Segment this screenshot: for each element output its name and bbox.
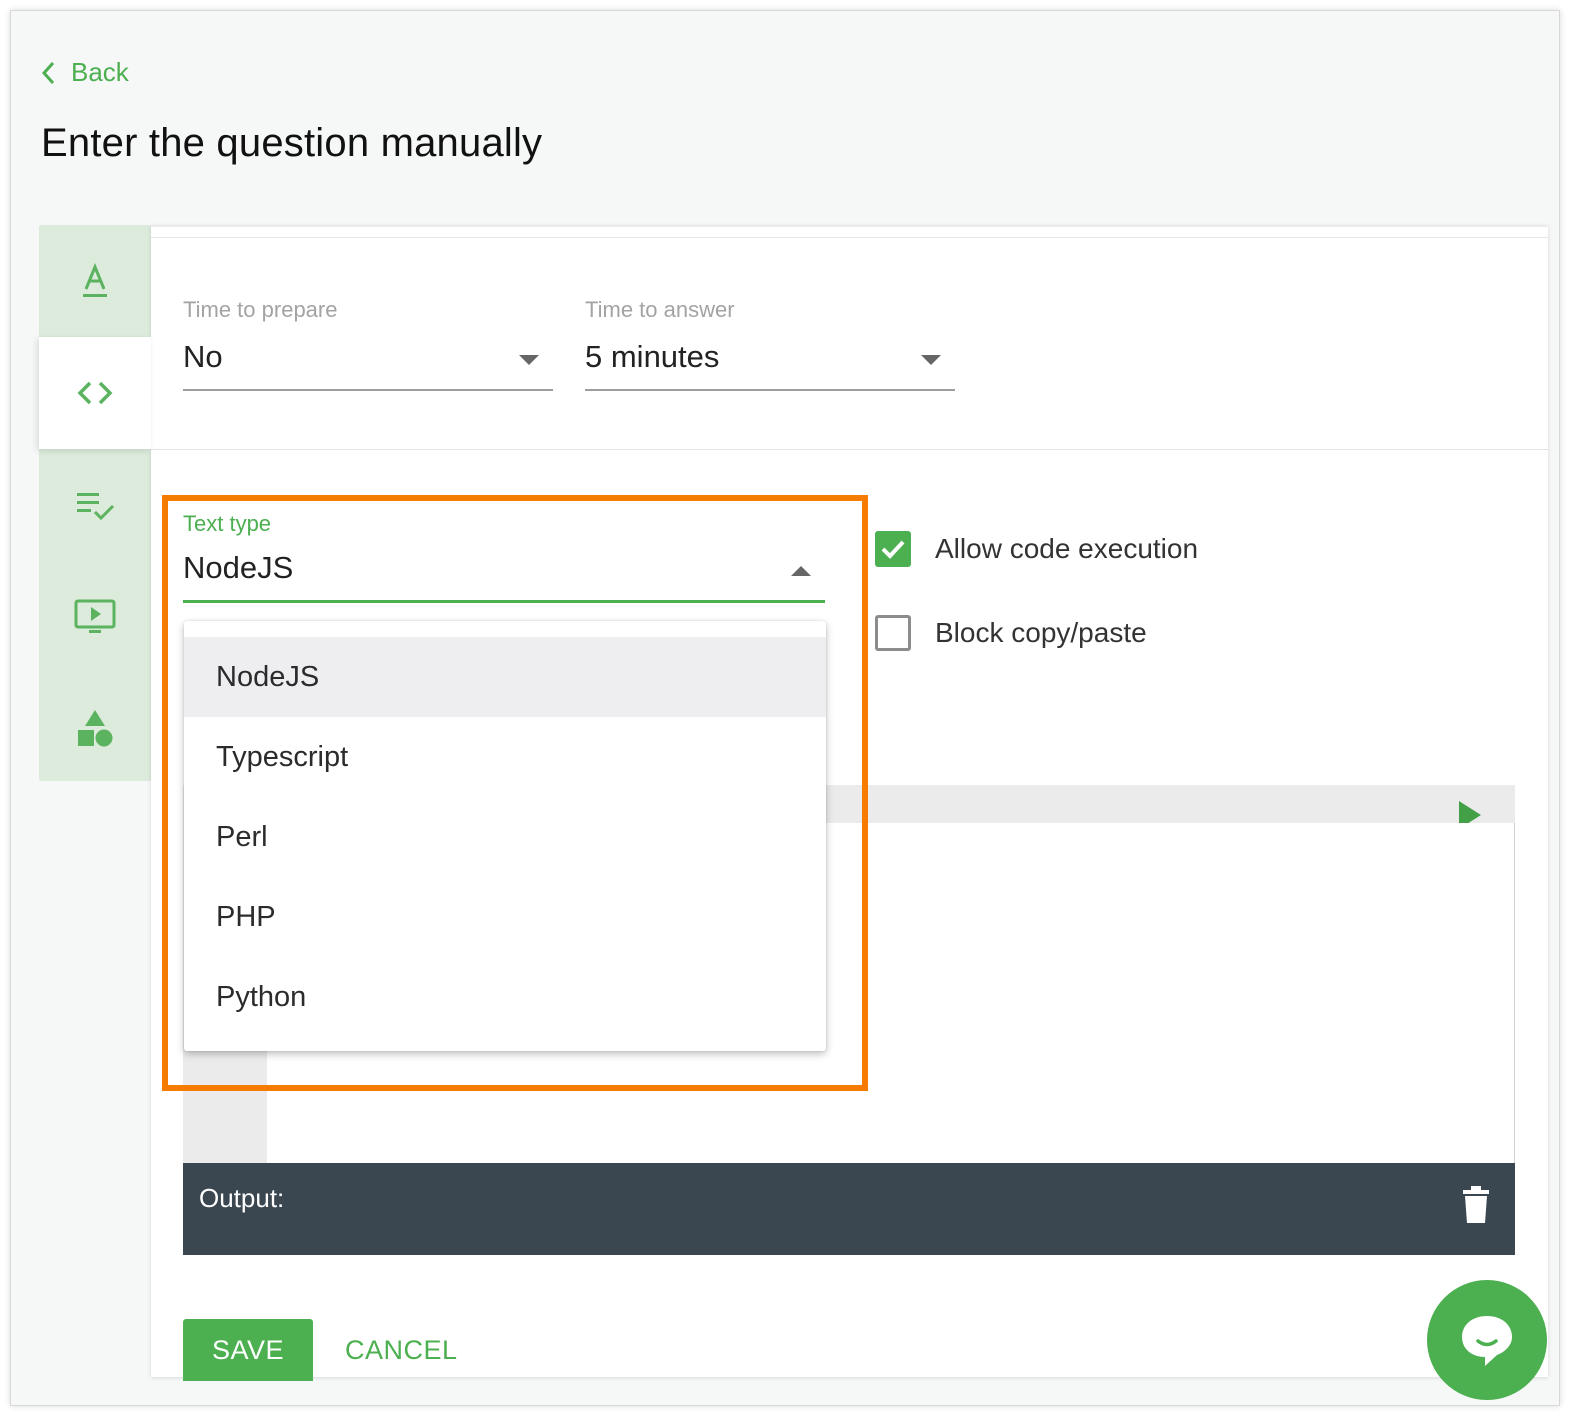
app-window: Back Enter the question manually Time to… [10, 10, 1560, 1406]
text-type-option[interactable]: NodeJS [184, 637, 826, 717]
trash-icon[interactable] [1461, 1185, 1491, 1225]
card-top-divider [151, 237, 1548, 238]
checkbox-checked-icon [875, 531, 911, 567]
code-icon [77, 381, 113, 405]
chat-button[interactable] [1427, 1280, 1547, 1400]
question-type-rail [39, 225, 151, 781]
dropdown-arrow-up-icon [791, 566, 811, 576]
tab-checklist[interactable] [39, 449, 151, 561]
prepare-time-label: Time to prepare [183, 297, 338, 322]
allow-code-execution-checkbox[interactable]: Allow code execution [875, 531, 1198, 567]
allow-code-execution-label: Allow code execution [935, 533, 1199, 564]
back-label: Back [71, 57, 129, 87]
tab-code[interactable] [39, 337, 151, 449]
block-copy-paste-checkbox[interactable]: Block copy/paste [875, 615, 1147, 651]
text-type-option[interactable]: Python [184, 957, 826, 1037]
page-title: Enter the question manually [41, 121, 543, 165]
answer-time-select[interactable]: 5 minutes [585, 335, 955, 391]
output-label: Output: [199, 1183, 285, 1213]
save-button[interactable]: SAVE [183, 1319, 313, 1381]
answer-time-value: 5 minutes [585, 339, 720, 374]
text-type-option[interactable]: Perl [184, 797, 826, 877]
text-type-option[interactable]: PHP [184, 877, 826, 957]
shapes-icon [78, 710, 113, 747]
checklist-icon [77, 493, 115, 521]
chat-bubble-icon [1462, 1316, 1512, 1366]
text-type-label: Text type [183, 511, 272, 536]
prepare-time-value: No [183, 339, 223, 374]
answer-time-label: Time to answer [585, 297, 735, 322]
output-panel: Output: [183, 1163, 1515, 1255]
section-divider [151, 449, 1548, 450]
text-format-icon [83, 263, 107, 297]
back-link[interactable]: Back [39, 57, 129, 88]
video-screen-icon [74, 599, 116, 633]
tab-text[interactable] [39, 225, 151, 337]
dropdown-arrow-icon [519, 355, 539, 365]
prepare-time-select[interactable]: No [183, 335, 553, 391]
dropdown-arrow-icon [921, 355, 941, 365]
block-copy-paste-label: Block copy/paste [935, 617, 1147, 648]
tab-video[interactable] [39, 561, 151, 673]
question-editor-card: Time to prepare No Time to answer 5 minu… [151, 225, 1548, 1381]
text-type-select[interactable]: NodeJS [183, 545, 825, 603]
checkbox-unchecked-icon [875, 615, 911, 651]
text-type-option[interactable]: Typescript [184, 717, 826, 797]
cancel-button[interactable]: CANCEL [345, 1335, 458, 1366]
text-type-value: NodeJS [183, 550, 294, 585]
tab-shapes[interactable] [39, 673, 151, 785]
chevron-left-icon [41, 61, 55, 84]
text-type-dropdown-menu: NodeJS Typescript Perl PHP Python [184, 621, 826, 1051]
